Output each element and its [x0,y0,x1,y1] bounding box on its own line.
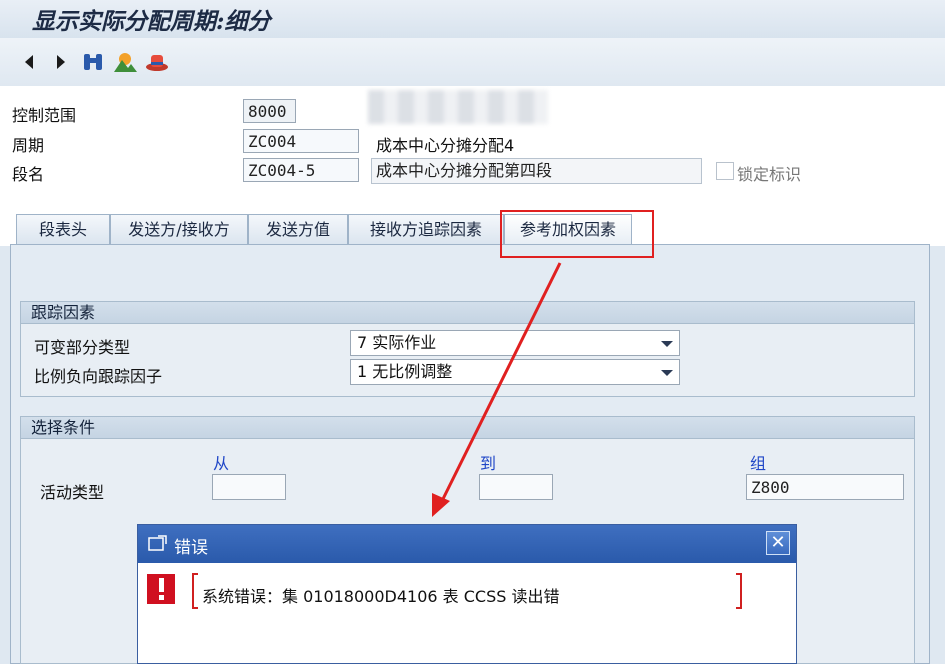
error-message: 系统错误：集 01018000D4106 表 CCSS 读出错 [202,587,560,606]
annotation-highlight-box [500,210,654,258]
title-bar: 显示实际分配周期:细分 [0,0,945,38]
cycle-field[interactable]: ZC004 [243,129,359,153]
window-title: 显示实际分配周期:细分 [32,8,271,35]
close-button[interactable]: ✕ [766,531,790,555]
from-input[interactable] [212,474,286,500]
lock-checkbox[interactable] [716,162,734,180]
window-icon [148,535,167,551]
dialog-title: 错误 [174,538,208,558]
dialog-title-bar: 错误 ✕ [138,525,796,563]
tab-sender-receiver[interactable]: 发送方/接收方 [110,214,248,244]
tab-segment-header[interactable]: 段表头 [16,214,110,244]
activity-type-label: 活动类型 [40,483,105,502]
from-label: 从 [213,454,230,473]
group-label: 组 [750,454,767,473]
cycle-text: 成本中心分摊分配4 [376,136,515,155]
toolbar [0,38,945,87]
chevron-down-icon [661,341,673,347]
forward-icon[interactable] [48,48,74,76]
tab-receiver-tracing-factor[interactable]: 接收方追踪因素 [348,214,504,244]
annotation-arrow-line [438,262,562,506]
error-icon [147,574,175,604]
neg-factor-label: 比例负向跟踪因子 [34,367,163,386]
binoculars-icon[interactable] [80,48,106,76]
back-icon[interactable] [16,48,42,76]
var-type-label: 可变部分类型 [34,338,131,357]
error-dialog: 错误 ✕ 系统错误：集 01018000D4106 表 CCSS 读出错 [137,524,797,664]
hat-icon[interactable] [144,48,170,76]
redacted-area [368,90,548,124]
landscape-icon[interactable] [112,48,138,76]
lock-label: 锁定标识 [737,165,802,184]
chevron-down-icon [661,370,673,376]
segment-field[interactable]: ZC004-5 [243,158,359,182]
annotation-bracket-left [192,573,198,609]
segment-label: 段名 [12,165,45,184]
annotation-bracket-right [736,573,742,609]
tab-sender-values[interactable]: 发送方值 [248,214,348,244]
cycle-label: 周期 [12,136,45,155]
control-area-label: 控制范围 [12,106,77,125]
group-input[interactable]: Z800 [746,474,904,500]
annotation-arrow-head [432,493,450,517]
annotation-arrow [432,262,562,517]
control-area-field[interactable]: 8000 [243,99,296,123]
segment-text-field: 成本中心分摊分配第四段 [371,158,702,184]
